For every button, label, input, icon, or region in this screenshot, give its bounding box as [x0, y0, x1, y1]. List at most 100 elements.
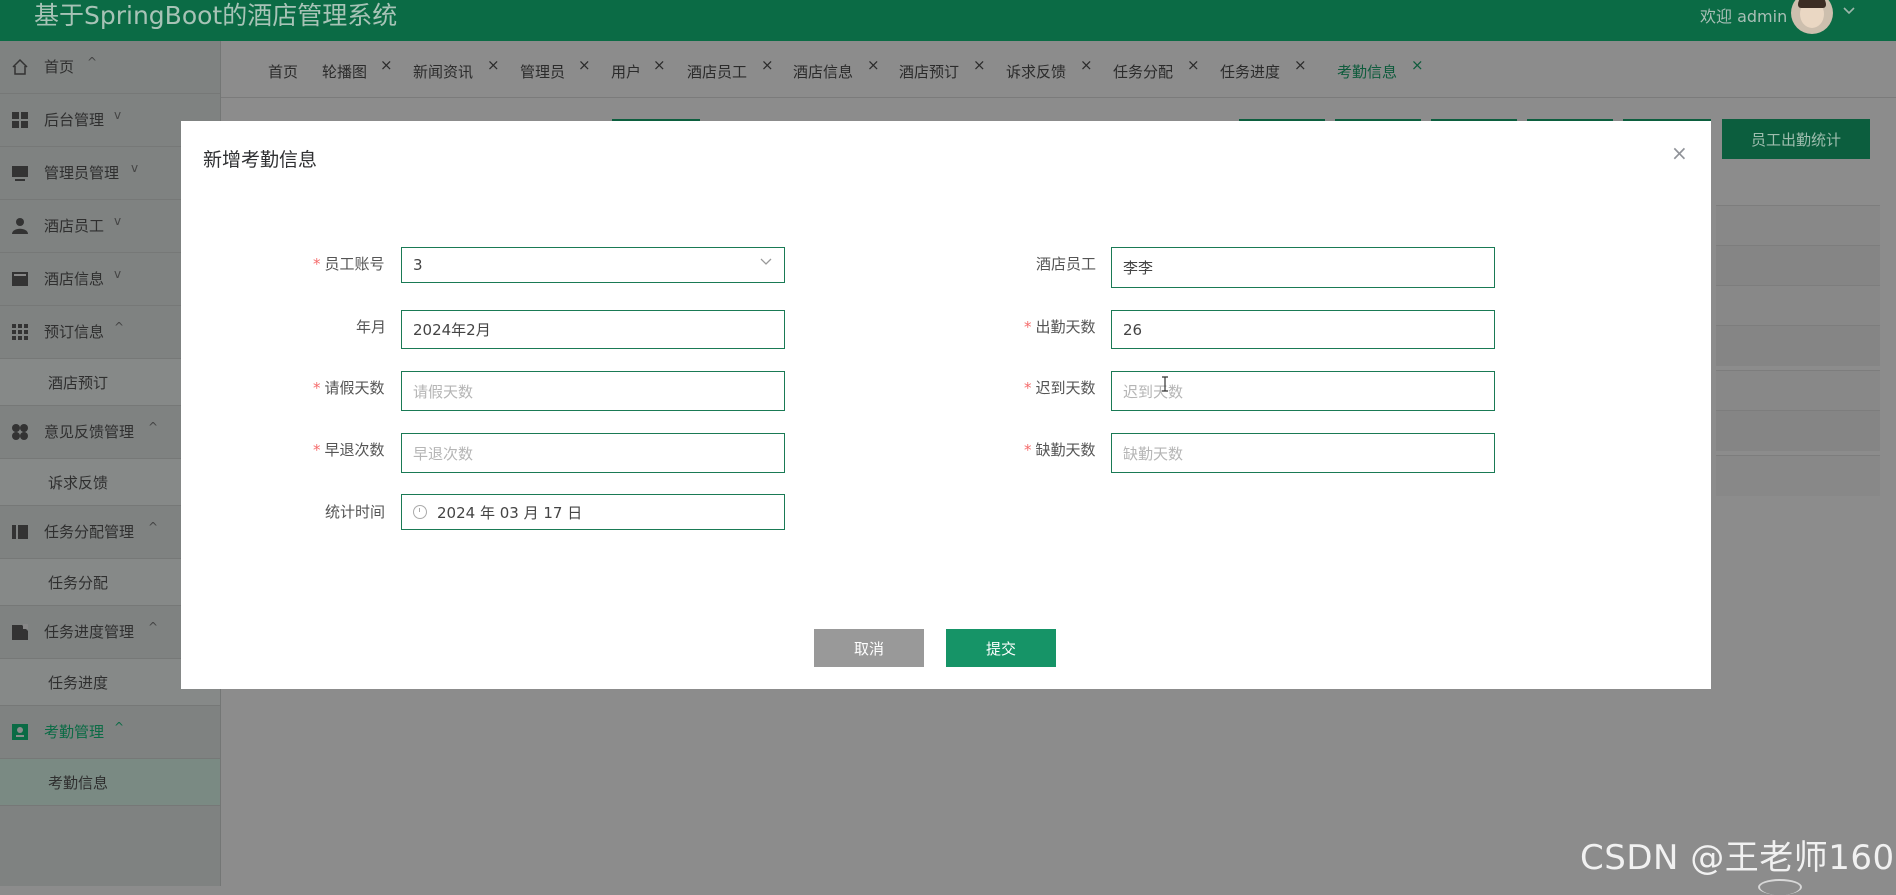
- watermark: CSDN @王老师160: [1580, 838, 1895, 878]
- attendance-days-field[interactable]: 26: [1111, 310, 1495, 349]
- top-header: 基于SpringBoot的酒店管理系统 欢迎 admin: [0, 0, 1896, 41]
- cancel-button[interactable]: 取消: [814, 629, 924, 667]
- staff-name-field[interactable]: 李李: [1111, 247, 1495, 288]
- book-icon: [11, 523, 28, 540]
- tab-task-assign[interactable]: 任务分配 ×: [1113, 56, 1200, 82]
- sidebar-item-home[interactable]: 首页 ^: [0, 41, 220, 94]
- attendance-days-label: * 出勤天数: [1024, 318, 1096, 336]
- sidebar-item-label: 预订信息: [44, 323, 105, 341]
- home-icon: [11, 58, 28, 75]
- card-icon: [11, 270, 28, 287]
- dialog-title: 新增考勤信息: [203, 149, 318, 171]
- table-row: [1716, 285, 1880, 326]
- sidebar-item-label: 意见反馈管理: [44, 423, 135, 441]
- badge-icon: [11, 723, 28, 740]
- table-row: [1716, 455, 1880, 496]
- late-days-label: * 迟到天数: [1024, 379, 1096, 397]
- sidebar-item-label: 任务进度管理: [44, 623, 135, 641]
- tab-staff[interactable]: 酒店员工 ×: [687, 56, 774, 82]
- clock-icon: [413, 505, 427, 519]
- tab-news[interactable]: 新闻资讯 ×: [413, 56, 500, 82]
- sidebar-item-label: 酒店员工: [44, 217, 105, 235]
- sidebar-item-attendance[interactable]: 考勤管理 ^: [0, 706, 220, 759]
- tab-feedback[interactable]: 诉求反馈 ×: [1006, 56, 1093, 82]
- tabs-bar: 首页 轮播图 × 新闻资讯 × 管理员 × 用户 × 酒店员工 × 酒店信息 × 酒店预订 ×…: [221, 41, 1896, 98]
- table-row: [1716, 205, 1880, 246]
- chevron-up-icon: ^: [87, 55, 98, 69]
- tab-task-progress[interactable]: 任务进度 ×: [1220, 56, 1307, 82]
- add-attendance-dialog: 新增考勤信息 × * 员工账号 3 酒店员工 李李 年月 2024年2月 * 出勤天…: [181, 121, 1711, 689]
- close-icon[interactable]: ×: [380, 56, 393, 74]
- chevron-down-icon: v: [114, 108, 122, 122]
- table-row: [1716, 370, 1880, 411]
- chevron-down-icon: v: [114, 214, 122, 228]
- tab-hotel-booking[interactable]: 酒店预订 ×: [899, 56, 986, 82]
- sidebar-subitem-label: 任务进度: [48, 674, 109, 692]
- close-icon[interactable]: ×: [1671, 141, 1688, 165]
- close-icon[interactable]: ×: [1294, 56, 1307, 74]
- attendance-stats-button[interactable]: 员工出勤统计: [1722, 119, 1870, 159]
- staff-account-label: * 员工账号: [313, 255, 385, 273]
- sidebar-item-label: 任务分配管理: [44, 523, 135, 541]
- close-icon[interactable]: ×: [867, 56, 880, 74]
- sidebar-item-label: 管理员管理: [44, 164, 120, 182]
- early-leave-label: * 早退次数: [313, 441, 385, 459]
- app-title: 基于SpringBoot的酒店管理系统: [34, 1, 398, 30]
- close-icon[interactable]: ×: [973, 56, 986, 74]
- sidebar-item-label: 酒店信息: [44, 270, 105, 288]
- sidebar-subitem-label: 诉求反馈: [48, 474, 109, 492]
- chevron-up-icon: ^: [148, 420, 159, 434]
- watermark-mark: [1758, 879, 1802, 895]
- apps-icon: [11, 323, 28, 340]
- tab-attendance[interactable]: 考勤信息 ×: [1337, 56, 1424, 82]
- tab-carousel[interactable]: 轮播图 ×: [322, 56, 393, 82]
- year-month-label: 年月: [356, 318, 387, 336]
- avatar[interactable]: [1791, 0, 1833, 34]
- stat-time-datepicker[interactable]: 2024 年 03 月 17 日: [401, 494, 785, 530]
- grid-icon: [11, 111, 28, 128]
- close-icon[interactable]: ×: [578, 56, 591, 74]
- chevron-down-icon: v: [114, 267, 122, 281]
- monitor-icon: [11, 164, 28, 181]
- chevron-down-icon[interactable]: [1842, 4, 1856, 20]
- doc-icon: [11, 623, 28, 640]
- staff-name-label: 酒店员工: [1036, 255, 1097, 273]
- close-icon[interactable]: ×: [487, 56, 500, 74]
- sidebar-subitem-attendance[interactable]: 考勤信息: [0, 759, 220, 806]
- sidebar-item-label: 后台管理: [44, 111, 105, 129]
- absent-days-label: * 缺勤天数: [1024, 441, 1096, 459]
- text-cursor-icon: [1160, 376, 1170, 396]
- tab-hotel-info[interactable]: 酒店信息 ×: [793, 56, 880, 82]
- chevron-up-icon: ^: [114, 720, 125, 734]
- sidebar-subitem-label: 任务分配: [48, 574, 109, 592]
- table-row: [1716, 325, 1880, 366]
- close-icon[interactable]: ×: [761, 56, 774, 74]
- year-month-field[interactable]: 2024年2月: [401, 310, 785, 349]
- sidebar-subitem-label: 考勤信息: [48, 774, 109, 792]
- user-icon: [11, 217, 28, 234]
- chevron-down-icon: [760, 255, 772, 270]
- close-icon[interactable]: ×: [1411, 56, 1424, 74]
- tab-users[interactable]: 用户 ×: [611, 56, 666, 82]
- stat-time-label: 统计时间: [325, 503, 386, 521]
- sidebar-subitem-label: 酒店预订: [48, 374, 109, 392]
- leave-days-field[interactable]: 请假天数: [401, 371, 785, 411]
- table-row: [1716, 245, 1880, 286]
- tab-admin[interactable]: 管理员 ×: [520, 56, 591, 82]
- close-icon[interactable]: ×: [1187, 56, 1200, 74]
- absent-days-field[interactable]: 缺勤天数: [1111, 433, 1495, 473]
- chevron-up-icon: ^: [114, 320, 125, 334]
- table-row: [1716, 410, 1880, 451]
- chevron-down-icon: v: [131, 161, 139, 175]
- early-leave-field[interactable]: 早退次数: [401, 433, 785, 473]
- chevron-up-icon: ^: [148, 520, 159, 534]
- close-icon[interactable]: ×: [653, 56, 666, 74]
- chevron-up-icon: ^: [148, 620, 159, 634]
- close-icon[interactable]: ×: [1080, 56, 1093, 74]
- submit-button[interactable]: 提交: [946, 629, 1056, 667]
- sidebar-item-label: 首页: [44, 58, 75, 76]
- leave-days-label: * 请假天数: [313, 379, 385, 397]
- tab-home[interactable]: 首页: [268, 61, 298, 82]
- staff-account-select[interactable]: 3: [401, 247, 785, 283]
- dots-icon: [11, 423, 28, 440]
